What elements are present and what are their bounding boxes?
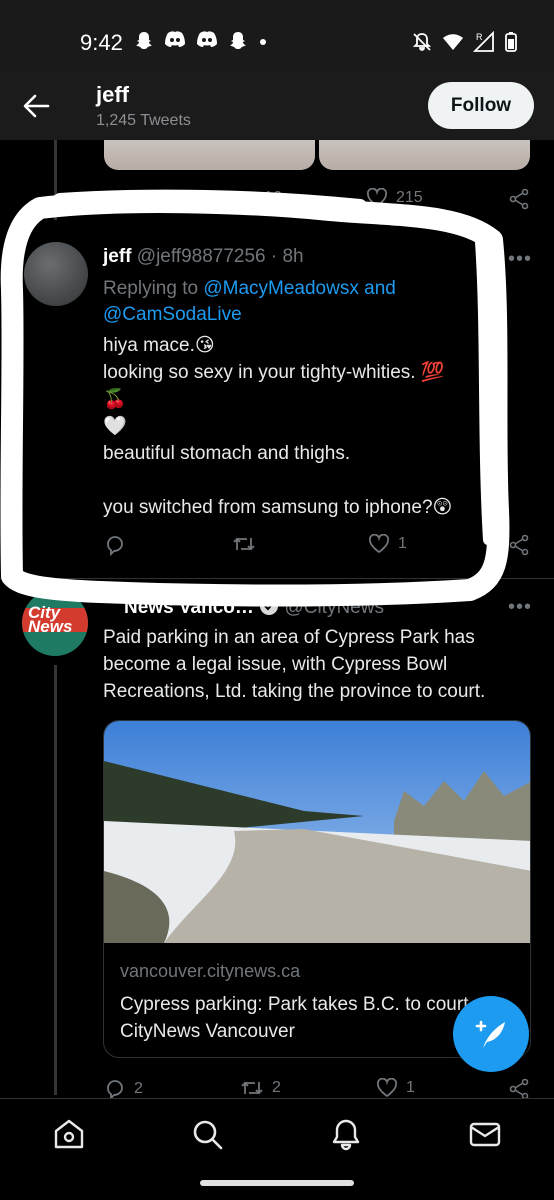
thread-line — [54, 665, 57, 1095]
previous-tweet-media[interactable] — [104, 140, 530, 170]
like-count: 215 — [396, 189, 423, 206]
profile-header: jeff 1,245 Tweets Follow — [0, 70, 554, 140]
notifications-bell-icon[interactable] — [329, 1117, 363, 1151]
mention-link[interactable]: @CamSodaLive — [103, 304, 242, 325]
link-card-image — [104, 721, 530, 943]
tweet-actions: 1 — [0, 534, 554, 560]
follow-button[interactable]: Follow — [428, 82, 534, 129]
retweet-icon — [241, 1081, 263, 1095]
notification-icons — [134, 30, 268, 52]
reply-icon — [107, 536, 123, 556]
gesture-handle[interactable] — [200, 1180, 354, 1186]
status-time: 9:42 — [80, 30, 123, 55]
status-bar: 9:42 R — [0, 0, 554, 70]
like-count: 1 — [398, 535, 407, 552]
system-icons: R — [411, 31, 518, 53]
reply-count: 2 — [134, 1080, 143, 1097]
share-icon — [509, 188, 529, 210]
retweet-count: 2 — [272, 1079, 281, 1096]
share-icon — [509, 1078, 529, 1100]
snapchat-icon — [136, 32, 152, 49]
mute-icon — [412, 33, 432, 51]
previous-tweet-actions: 16 215 — [0, 188, 554, 214]
tweet-line: 🤍 — [103, 416, 127, 437]
tweet[interactable]: jeff @jeff98877256 · 8h ••• Replying to … — [0, 228, 554, 578]
heart-icon — [376, 1078, 398, 1098]
tweet-handle-time: @jeff98877256 · 8h — [136, 246, 304, 267]
tweet-text: Paid parking in an area of Cypress Park … — [103, 627, 486, 702]
and-label: and — [358, 278, 396, 299]
messages-mail-icon[interactable] — [468, 1117, 502, 1151]
mention-link[interactable]: @MacyMeadowsx — [203, 278, 359, 299]
like-count: 1 — [406, 1079, 415, 1096]
heart-icon — [368, 534, 390, 554]
tweet-author-name[interactable]: News Vanco… — [124, 597, 254, 618]
retweet-icon — [233, 537, 255, 551]
tweet-header: jeff @jeff98877256 · 8h — [103, 246, 304, 268]
signal-icon: R — [473, 31, 494, 52]
tweet-header: News Vanco… @CityNews — [124, 596, 384, 619]
retweet-count: 16 — [264, 189, 282, 206]
avatar[interactable]: City News — [22, 590, 88, 656]
reply-icon — [107, 1080, 123, 1100]
wifi-icon — [443, 34, 463, 50]
tweet-line: 🍒 — [103, 389, 127, 410]
replying-prefix: Replying to — [103, 278, 204, 299]
share-action[interactable] — [508, 188, 530, 210]
tweet-line — [103, 467, 523, 494]
avatar-logo-text: News — [28, 617, 73, 636]
svg-text:R: R — [476, 32, 483, 42]
dot-icon — [260, 39, 266, 45]
profile-name: jeff — [96, 82, 129, 107]
battery-icon — [505, 32, 517, 52]
tweet-line: you switched from samsung to iphone?😲 — [103, 497, 453, 518]
replying-to: Replying to @MacyMeadowsx and @CamSodaLiv… — [103, 276, 433, 328]
more-options-icon[interactable]: ••• — [508, 248, 532, 271]
discord-icon — [165, 31, 185, 47]
tweet-line: looking so sexy in your tighty-whities. … — [103, 362, 445, 383]
tweet-line: beautiful stomach and thighs. — [103, 443, 351, 464]
back-arrow-icon[interactable] — [22, 92, 50, 120]
like-action[interactable]: 1 — [376, 1078, 415, 1098]
retweet-action[interactable]: 16 — [232, 188, 282, 208]
tweet-text: hiya mace.😘 looking so sexy in your tigh… — [103, 332, 523, 521]
retweet-action[interactable]: 2 — [240, 1078, 281, 1098]
link-card-domain: vancouver.citynews.ca — [120, 961, 301, 981]
compose-feather-icon — [475, 1020, 505, 1048]
tweet-line: hiya mace.😘 — [103, 335, 215, 356]
share-action[interactable] — [508, 1078, 530, 1100]
snapchat-icon — [230, 32, 246, 49]
reply-action[interactable] — [104, 534, 126, 556]
tweet-handle: @CityNews — [284, 597, 384, 618]
more-options-icon[interactable]: ••• — [508, 596, 532, 619]
search-icon[interactable] — [190, 1117, 224, 1151]
tweet-author-name[interactable]: jeff — [103, 246, 132, 267]
reply-action[interactable]: 2 — [104, 1078, 143, 1100]
share-icon — [509, 534, 529, 556]
like-action[interactable]: 215 — [366, 188, 423, 208]
compose-tweet-button[interactable] — [453, 996, 529, 1072]
share-action[interactable] — [508, 534, 530, 556]
tweet-count: 1,245 Tweets — [96, 112, 191, 129]
avatar[interactable] — [24, 242, 88, 306]
like-action[interactable]: 1 — [368, 534, 407, 554]
divider — [0, 578, 554, 579]
verified-badge-icon — [260, 597, 279, 615]
retweet-action[interactable] — [232, 534, 256, 554]
discord-icon — [197, 31, 217, 47]
home-icon[interactable] — [52, 1117, 86, 1151]
retweet-icon — [233, 191, 255, 205]
heart-icon — [366, 188, 388, 208]
